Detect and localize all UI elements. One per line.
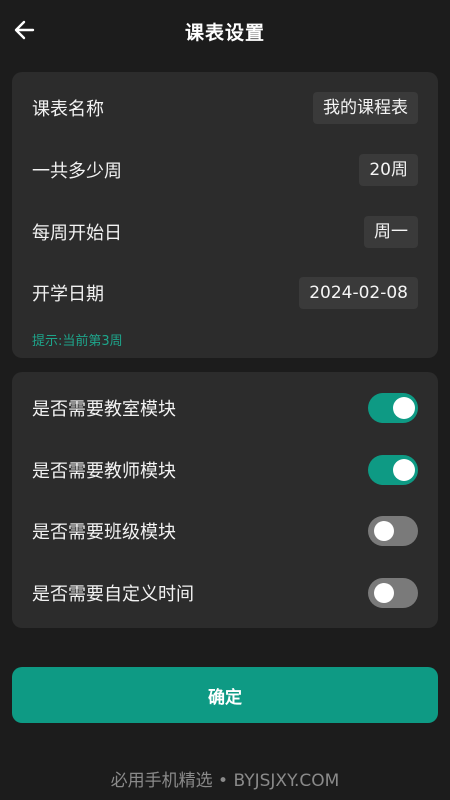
row-label: 是否需要教室模块 [32, 399, 176, 420]
confirm-button[interactable]: 确定 [12, 667, 438, 723]
row-label: 课表名称 [32, 99, 104, 120]
header: 课表设置 [0, 0, 450, 62]
schedule-name-value[interactable]: 我的课程表 [313, 92, 418, 124]
row-label: 是否需要自定义时间 [32, 584, 194, 605]
toggle-knob [374, 521, 394, 541]
row-custom-time: 是否需要自定义时间 [12, 573, 438, 613]
row-classroom-module: 是否需要教室模块 [12, 388, 438, 428]
row-class-module: 是否需要班级模块 [12, 511, 438, 551]
back-button[interactable] [10, 16, 38, 44]
schedule-info-card: 课表名称 我的课程表 一共多少周 20周 每周开始日 周一 开学日期 2024-… [12, 72, 438, 358]
toggle-knob [374, 583, 394, 603]
class-module-toggle[interactable] [368, 516, 418, 546]
row-teacher-module: 是否需要教师模块 [12, 450, 438, 490]
schedule-settings-page: 课表设置 课表名称 我的课程表 一共多少周 20周 每周开始日 周一 开学日期 … [0, 0, 450, 800]
row-label: 每周开始日 [32, 223, 122, 244]
watermark: 必用手机精选 • BYJSJXY.COM [110, 771, 340, 791]
row-label: 一共多少周 [32, 161, 122, 182]
row-total-weeks: 一共多少周 20周 [12, 150, 438, 190]
toggle-knob [393, 459, 415, 481]
custom-time-toggle[interactable] [368, 578, 418, 608]
row-label: 是否需要教师模块 [32, 461, 176, 482]
teacher-module-toggle[interactable] [368, 455, 418, 485]
row-label: 是否需要班级模块 [32, 522, 176, 543]
current-week-hint: 提示:当前第3周 [32, 334, 123, 349]
row-term-start-date: 开学日期 2024-02-08 [12, 273, 438, 313]
classroom-module-toggle[interactable] [368, 393, 418, 423]
toggle-knob [393, 397, 415, 419]
module-toggles-card: 是否需要教室模块 是否需要教师模块 是否需要班级模块 是否需要自定义时间 [12, 372, 438, 628]
page-title: 课表设置 [184, 21, 265, 44]
week-start-day-value[interactable]: 周一 [364, 216, 418, 248]
term-start-date-value[interactable]: 2024-02-08 [299, 277, 418, 309]
row-label: 开学日期 [32, 284, 104, 305]
row-schedule-name: 课表名称 我的课程表 [12, 88, 438, 128]
arrow-left-icon [14, 20, 35, 40]
total-weeks-value[interactable]: 20周 [359, 154, 418, 186]
row-week-start-day: 每周开始日 周一 [12, 212, 438, 252]
